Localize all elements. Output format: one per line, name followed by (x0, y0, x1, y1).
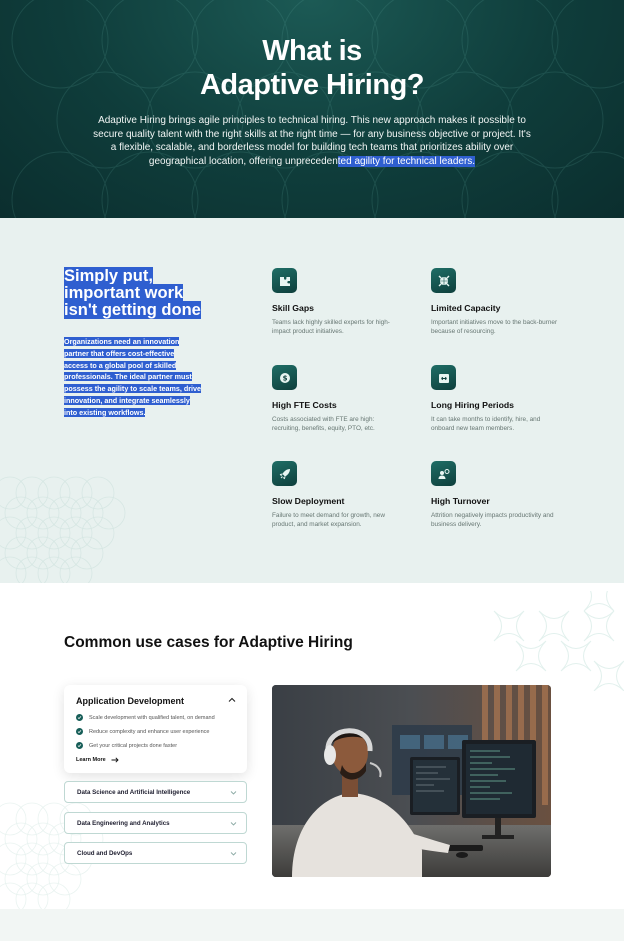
feature-title: Skill Gaps (272, 303, 315, 313)
accordion-cloud-devops[interactable]: Cloud and DevOps (64, 842, 247, 864)
accordion-point: Reduce complexity and enhance user exper… (76, 728, 209, 735)
feature-limited-capacity: Limited Capacity Important initiatives m… (431, 268, 561, 336)
intro-line: professionals. The ideal partner must (64, 372, 192, 382)
feature-title: High Turnover (431, 496, 490, 506)
feature-high-fte-costs: $ High FTE Costs Costs associated with F… (272, 365, 402, 433)
decorative-pattern (493, 591, 624, 691)
hero-section: What is Adaptive Hiring? Adaptive Hiring… (0, 0, 624, 218)
feature-title: Long Hiring Periods (431, 400, 515, 410)
accordion-label: Cloud and DevOps (77, 850, 133, 857)
feature-description: Attrition negatively impacts productivit… (431, 512, 554, 528)
accordion-point-text: Scale development with qualified talent,… (89, 714, 215, 721)
feature-description: Costs associated with FTE are high: recr… (272, 416, 375, 432)
feature-title: Limited Capacity (431, 303, 501, 313)
check-icon (76, 714, 83, 721)
accordion-title: Application Development (76, 696, 185, 706)
person-search-icon (431, 461, 456, 486)
decorative-pattern (0, 476, 126, 583)
accordion-application-development[interactable]: Application Development Scale developmen… (64, 685, 247, 773)
feature-high-turnover: High Turnover Attrition negatively impac… (431, 461, 561, 529)
developer-photo (272, 685, 551, 877)
accordion-label: Data Science and Artificial Intelligence (77, 789, 191, 796)
feature-long-hiring-periods: Long Hiring Periods It can take months t… (431, 365, 561, 433)
hero-title-line2: Adaptive Hiring? (199, 69, 425, 101)
accordion-point: Get your critical projects done faster (76, 742, 177, 749)
intro-line: into existing workflows. (64, 407, 146, 417)
accordion-data-engineering[interactable]: Data Engineering and Analytics (64, 812, 247, 834)
intro-line: possess the agility to scale teams, driv… (64, 384, 202, 394)
hero-title: What is Adaptive Hiring? (0, 34, 624, 102)
money-icon: $ (272, 365, 297, 390)
chevron-down-icon (230, 822, 237, 826)
intro-heading-line2: important work (64, 284, 184, 302)
feature-description: Failure to meet demand for growth, new p… (272, 512, 385, 528)
feature-title: High FTE Costs (272, 400, 337, 410)
accordion-point-text: Get your critical projects done faster (89, 742, 178, 749)
hero-circle-pattern (11, 0, 624, 218)
footer-strip (0, 909, 624, 941)
check-icon (76, 728, 83, 735)
intro-heading-line1: Simply put, (64, 267, 153, 285)
chevron-up-icon[interactable] (228, 696, 236, 704)
svg-text:$: $ (282, 374, 287, 382)
accordion-point-text: Reduce complexity and enhance user exper… (89, 728, 210, 735)
developer-illustration (272, 685, 551, 877)
feature-description: It can take months to identify, hire, an… (431, 416, 541, 432)
intro-line: access to a global pool of skilled (64, 360, 177, 370)
accordion-point: Scale development with qualified talent,… (76, 714, 215, 721)
hero-description-selected: ted agility for technical leaders. (337, 155, 476, 167)
chevron-down-icon (230, 791, 237, 795)
feature-description: Important initiatives move to the back-b… (431, 319, 558, 335)
rocket-icon (272, 461, 297, 486)
learn-more-label: Learn More (76, 757, 106, 763)
calendar-range-icon (431, 365, 456, 390)
feature-description: Teams lack highly skilled experts for hi… (272, 319, 390, 335)
intro-line: partner that offers cost-effective (64, 348, 175, 358)
use-cases-heading: Common use cases for Adaptive Hiring (64, 634, 353, 651)
feature-skill-gaps: Skill Gaps Teams lack highly skilled exp… (272, 268, 402, 336)
hero-description: Adaptive Hiring brings agile principles … (92, 114, 532, 168)
chevron-down-icon (230, 852, 237, 856)
intro-description: Organizations need an innovation partner… (64, 336, 229, 419)
hero-title-line1: What is (262, 35, 362, 67)
feature-title: Slow Deployment (272, 496, 345, 506)
intro-heading: Simply put, important work isn't getting… (64, 267, 214, 319)
accordion-label: Data Engineering and Analytics (77, 820, 170, 827)
compress-arrows-icon (431, 268, 456, 293)
arrow-right-icon (111, 757, 119, 763)
intro-heading-line3: isn't getting done (64, 301, 201, 319)
accordion-data-science[interactable]: Data Science and Artificial Intelligence (64, 781, 247, 803)
learn-more-link[interactable]: Learn More (76, 757, 119, 763)
check-icon (76, 742, 83, 749)
intro-line: Organizations need an innovation (64, 337, 180, 346)
intro-line: innovation, and integrate seamlessly (64, 395, 190, 405)
puzzle-icon (272, 268, 297, 293)
problems-section: Simply put, important work isn't getting… (0, 218, 624, 583)
use-cases-section: Common use cases for Adaptive Hiring App… (0, 583, 624, 909)
feature-slow-deployment: Slow Deployment Failure to meet demand f… (272, 461, 402, 529)
